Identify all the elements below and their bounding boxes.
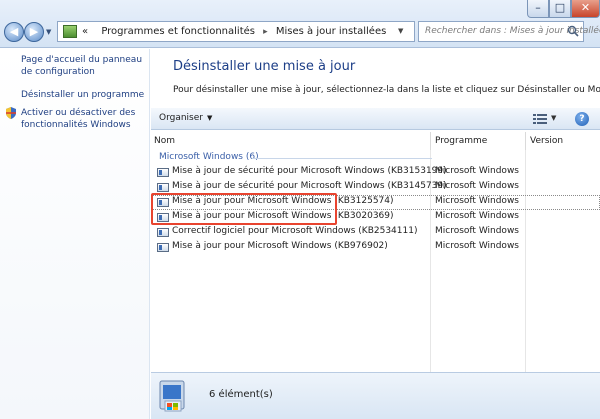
column-divider[interactable] [430, 132, 431, 150]
installer-icon [159, 380, 185, 412]
maximize-button[interactable]: □ [549, 0, 571, 18]
organize-label: Organiser [159, 113, 203, 123]
status-bar: 6 élément(s) [151, 372, 600, 419]
organize-button[interactable]: Organiser ▼ [159, 113, 212, 123]
table-row[interactable]: Mise à jour pour Microsoft Windows (KB97… [151, 240, 600, 255]
breadcrumb-separator-icon[interactable]: ▸ [258, 27, 273, 37]
address-dropdown-icon[interactable]: ▼ [398, 27, 403, 35]
row-name: Mise à jour de sécurité pour Microsoft W… [172, 166, 447, 176]
address-bar[interactable]: « Programmes et fonctionnalités ▸ Mises … [57, 21, 465, 42]
breadcrumb-programs[interactable]: Programmes et fonctionnalités [101, 26, 255, 37]
column-header-program[interactable]: Programme [435, 136, 487, 146]
help-icon[interactable]: ? [575, 112, 589, 126]
update-icon [157, 168, 169, 177]
row-name: Mise à jour pour Microsoft Windows (KB97… [172, 241, 388, 251]
breadcrumb: « Programmes et fonctionnalités ▸ Mises … [82, 26, 386, 37]
command-toolbar: Organiser ▼ ▼ ? [151, 108, 600, 130]
table-row[interactable]: Correctif logiciel pour Microsoft Window… [151, 225, 600, 240]
row-program: Microsoft Windows [435, 181, 519, 191]
shield-icon [6, 107, 16, 119]
recent-pages-dropdown-icon[interactable]: ▼ [46, 28, 51, 36]
column-header-version[interactable]: Version [530, 136, 563, 146]
row-name: Mise à jour de sécurité pour Microsoft W… [172, 181, 447, 191]
breadcrumb-overflow[interactable]: « [82, 26, 88, 37]
control-panel-home-link[interactable]: Page d'accueil du panneau de configurati… [21, 54, 146, 78]
back-button[interactable]: ◀ [4, 22, 24, 42]
row-program: Microsoft Windows [435, 226, 519, 236]
page-description: Pour désinstaller une mise à jour, sélec… [173, 85, 600, 95]
chevron-down-icon: ▼ [207, 114, 213, 122]
minimize-button[interactable]: – [527, 0, 549, 18]
update-icon [157, 243, 169, 252]
uninstall-program-link[interactable]: Désinstaller un programme [21, 89, 146, 101]
group-header[interactable]: Microsoft Windows (6) [159, 152, 259, 162]
column-header-name[interactable]: Nom [154, 136, 175, 146]
row-program: Microsoft Windows [435, 211, 519, 221]
update-icon [157, 183, 169, 192]
windows-features-link[interactable]: Activer ou désactiver des fonctionnalité… [21, 107, 146, 131]
row-program: Microsoft Windows [435, 196, 519, 206]
search-icon[interactable] [567, 25, 579, 37]
navigation-bar: – □ ✕ ◀ ▶ ▼ « Programmes et fonctionnali… [0, 0, 600, 48]
page-title: Désinstaller une mise à jour [173, 59, 356, 74]
update-icon [157, 228, 169, 237]
view-chevron-down-icon[interactable]: ▼ [551, 114, 556, 122]
breadcrumb-installed-updates[interactable]: Mises à jour installées [276, 26, 386, 37]
row-program: Microsoft Windows [435, 166, 519, 176]
forward-button[interactable]: ▶ [24, 22, 44, 42]
highlight-annotation [151, 193, 337, 225]
view-options-icon[interactable] [533, 113, 547, 125]
control-panel-icon [63, 25, 77, 38]
column-headers: Nom Programme Version [151, 132, 600, 150]
row-program: Microsoft Windows [435, 241, 519, 251]
row-name: Correctif logiciel pour Microsoft Window… [172, 226, 418, 236]
item-count: 6 élément(s) [209, 389, 273, 400]
table-row[interactable]: Mise à jour de sécurité pour Microsoft W… [151, 165, 600, 180]
left-panel: Page d'accueil du panneau de configurati… [0, 49, 150, 419]
search-box[interactable]: Rechercher dans : Mises à jour installée… [418, 21, 600, 42]
close-button[interactable]: ✕ [571, 0, 600, 18]
column-divider[interactable] [525, 132, 526, 150]
group-divider [252, 158, 432, 159]
